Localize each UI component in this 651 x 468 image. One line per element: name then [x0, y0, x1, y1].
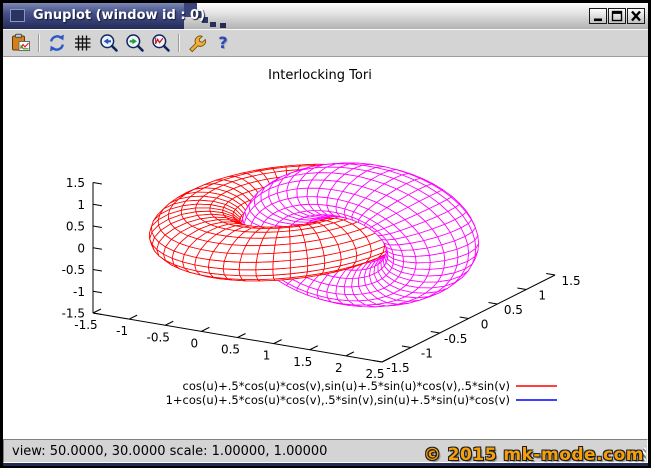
clipboard-chart-icon: [12, 33, 30, 51]
svg-text:-1: -1: [73, 285, 85, 299]
watermark: © 2015 mk-mode.com: [423, 445, 644, 465]
replot-button[interactable]: [44, 31, 70, 55]
maximize-button[interactable]: [608, 8, 626, 24]
svg-text:1: 1: [77, 198, 85, 212]
svg-text:-1.5: -1.5: [386, 361, 409, 375]
svg-text:cos(u)+.5*cos(u)*cos(v),sin(u): cos(u)+.5*cos(u)*cos(v),sin(u)+.5*sin(u)…: [183, 379, 510, 393]
svg-text:-0.5: -0.5: [62, 263, 85, 277]
title-bar[interactable]: Gnuplot (window id : 0): [3, 3, 648, 29]
svg-text:-1.5: -1.5: [62, 307, 85, 321]
svg-text:0.5: 0.5: [504, 303, 523, 317]
gnuplot-window: Gnuplot (window id : 0) ? ? -1.5 -1 -0.5…: [3, 3, 648, 466]
window-menu-icon[interactable]: [10, 9, 25, 22]
svg-text:1: 1: [538, 289, 546, 303]
legend-group: cos(u)+.5*cos(u)*cos(v),sin(u)+.5*sin(u)…: [166, 379, 557, 407]
refresh-icon: [50, 34, 64, 52]
maximize-icon: [611, 10, 623, 22]
close-button[interactable]: [627, 8, 645, 24]
svg-text:?: ?: [218, 33, 227, 52]
svg-text:0: 0: [191, 336, 199, 350]
question-mark-icon: ? ?: [218, 33, 228, 53]
autoscale-button[interactable]: [148, 31, 174, 55]
plot-area[interactable]: -1.5 -1 -0.5 0 0.5 1 1.5 2 2.5 -1.5 -1 -0.5 0 0.5 1 1.5…: [3, 57, 648, 439]
svg-text:-1: -1: [116, 324, 128, 338]
svg-text:0: 0: [481, 318, 489, 332]
copy-to-clipboard-button[interactable]: [8, 31, 34, 55]
window-controls: [589, 8, 645, 24]
toggle-grid-button[interactable]: [70, 31, 96, 55]
next-zoom-button[interactable]: [122, 31, 148, 55]
options-button[interactable]: [184, 31, 210, 55]
svg-text:2: 2: [335, 361, 343, 375]
help-button[interactable]: ? ?: [210, 31, 236, 55]
zoom-next-icon: [126, 34, 144, 52]
svg-text:-0.5: -0.5: [444, 332, 467, 346]
minimize-icon: [594, 18, 602, 22]
toolbar-separator: [38, 34, 40, 52]
svg-text:1+cos(u)+.5*cos(u)*cos(v),.5*s: 1+cos(u)+.5*cos(u)*cos(v),.5*sin(v),sin(…: [166, 393, 510, 407]
svg-text:1.5: 1.5: [293, 355, 312, 369]
toolbar: ? ?: [3, 29, 648, 57]
minimize-button[interactable]: [589, 8, 607, 24]
toolbar-separator: [178, 34, 180, 52]
status-text: view: 50.0000, 30.0000 scale: 1.00000, 1…: [12, 443, 328, 459]
surfaces-group: [149, 162, 479, 308]
zoom-autoscale-icon: [152, 34, 170, 52]
svg-text:0.5: 0.5: [221, 343, 240, 357]
svg-text:-0.5: -0.5: [147, 330, 170, 344]
grid-icon: [75, 35, 91, 51]
zoom-previous-icon: [100, 34, 118, 52]
svg-text:1: 1: [263, 349, 271, 363]
plot-canvas[interactable]: -1.5 -1 -0.5 0 0.5 1 1.5 2 2.5 -1.5-1-0.500.511.5…: [3, 57, 648, 439]
svg-text:-1: -1: [421, 347, 433, 361]
window-title: Gnuplot (window id : 0): [33, 8, 206, 23]
close-icon: [631, 10, 641, 22]
svg-text:Interlocking Tori: Interlocking Tori: [268, 68, 372, 83]
svg-text:0: 0: [77, 241, 85, 255]
svg-text:0.5: 0.5: [66, 220, 85, 234]
gnuplot-window-frame: Gnuplot (window id : 0) ? ? -1.5 -1 -0.5…: [0, 0, 651, 468]
previous-zoom-button[interactable]: [96, 31, 122, 55]
plot-title: Interlocking Tori: [268, 68, 372, 83]
svg-text:1.5: 1.5: [562, 274, 581, 288]
wrench-icon: [189, 35, 207, 53]
svg-text:1.5: 1.5: [66, 176, 85, 190]
